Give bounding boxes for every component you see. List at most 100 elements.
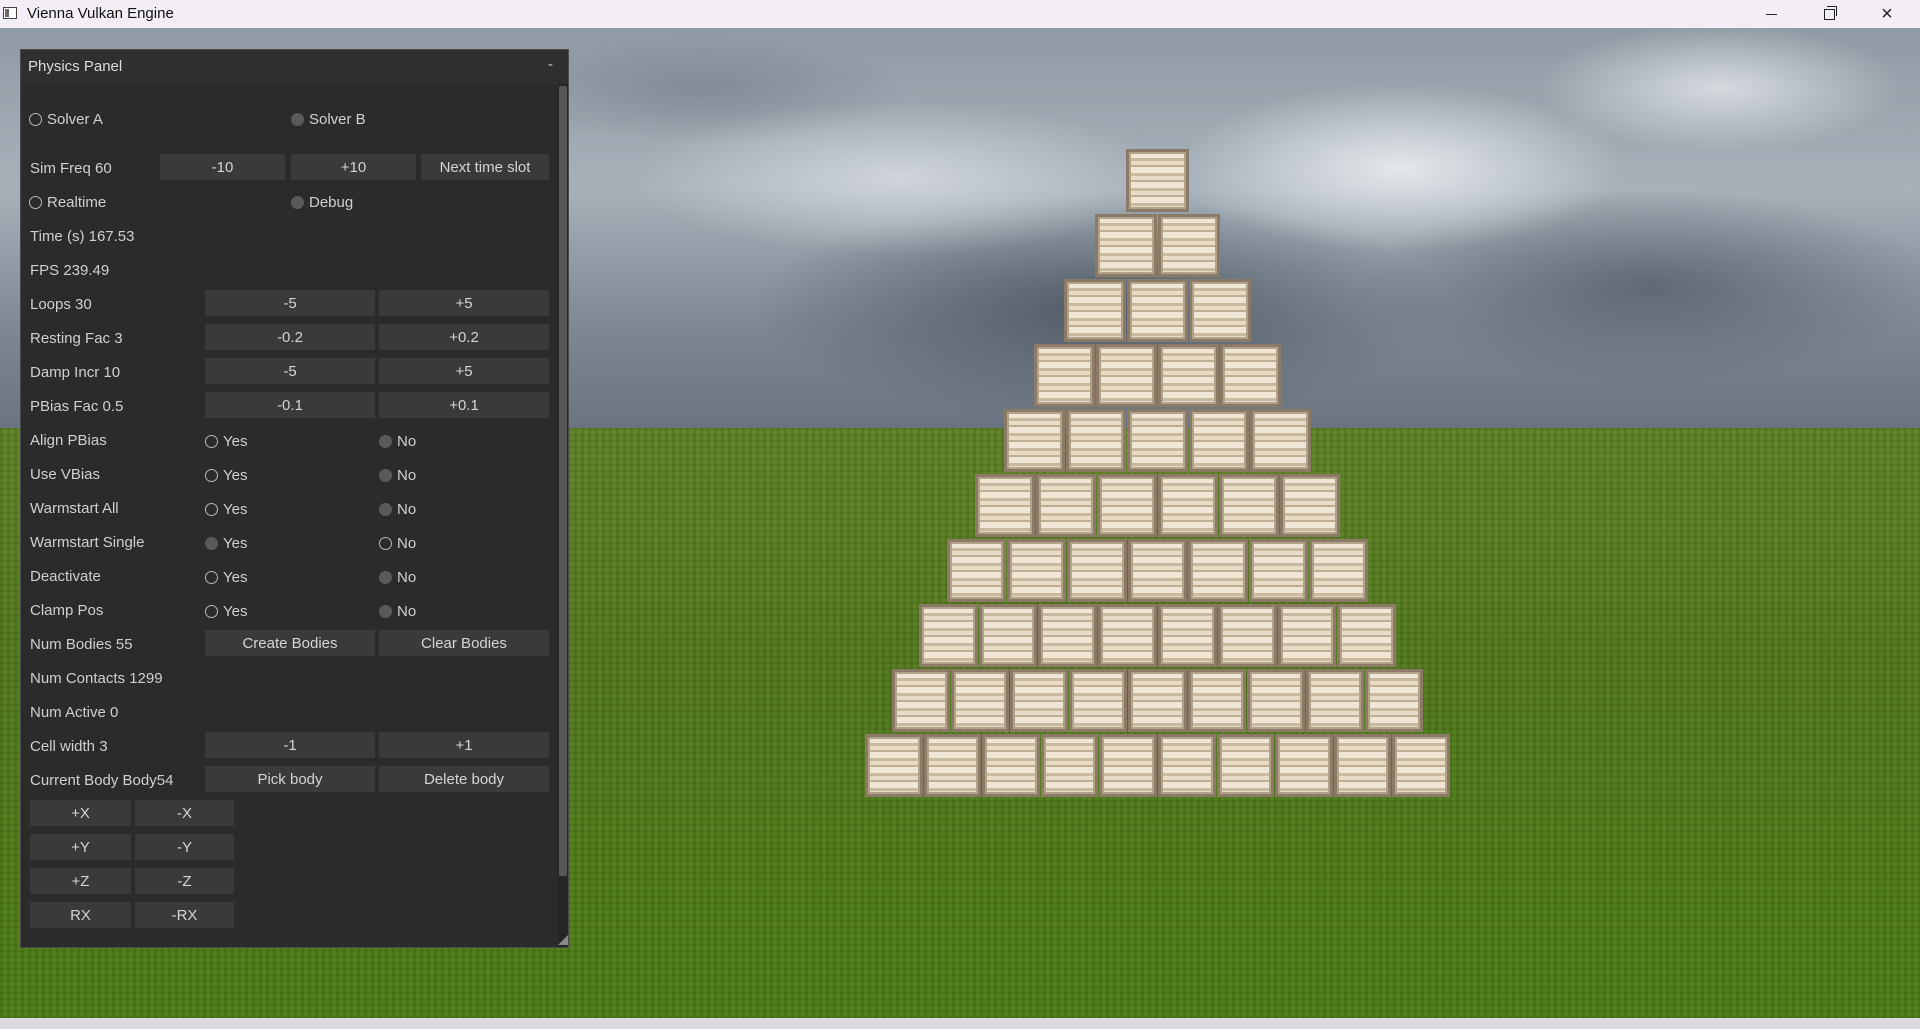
param-plus-button[interactable]: +0.2 — [379, 324, 549, 350]
cell-width-minus-button[interactable]: -1 — [205, 732, 375, 758]
toggle-yes-radio[interactable]: Yes — [205, 535, 247, 552]
radio-selected-icon — [379, 503, 392, 516]
toggle-yes-label: Yes — [223, 433, 248, 450]
crate — [1392, 734, 1450, 797]
toggle-yes-radio[interactable]: Yes — [205, 501, 247, 518]
realtime-radio[interactable]: Realtime — [29, 194, 106, 211]
num-active-label: Num Active 0 — [30, 704, 119, 721]
toggle-yes-label: Yes — [223, 603, 248, 620]
scroll-thumb[interactable] — [559, 86, 567, 876]
toggle-no-radio[interactable]: No — [379, 433, 416, 450]
toggle-yes-radio[interactable]: Yes — [205, 467, 247, 484]
move-plus-z-button[interactable]: +Z — [30, 868, 131, 894]
crate — [1004, 409, 1065, 472]
crate — [1188, 409, 1250, 472]
sim-freq-label: Sim Freq 60 — [30, 160, 112, 177]
radio-icon — [205, 503, 218, 516]
restore-button[interactable] — [1800, 0, 1858, 28]
toggle-no-label: No — [397, 535, 417, 552]
param-plus-button[interactable]: +0.1 — [379, 392, 549, 418]
rotate-plus-x-button[interactable]: RX — [30, 902, 131, 928]
crate — [1128, 669, 1187, 732]
crate — [1189, 279, 1252, 342]
param-minus-button[interactable]: -0.1 — [205, 392, 375, 418]
crate — [1099, 734, 1157, 797]
crate — [1216, 734, 1275, 797]
crate — [1246, 669, 1305, 732]
radio-selected-icon — [379, 605, 392, 618]
crate — [1275, 734, 1333, 797]
crate — [1217, 604, 1277, 667]
toggle-yes-radio[interactable]: Yes — [205, 569, 247, 586]
crate — [1127, 539, 1188, 602]
toggle-no-radio[interactable]: No — [379, 603, 416, 620]
radio-selected-icon — [205, 537, 218, 550]
debug-radio[interactable]: Debug — [291, 194, 353, 211]
toggle-yes-radio[interactable]: Yes — [205, 433, 247, 450]
clear-bodies-button[interactable]: Clear Bodies — [379, 630, 549, 656]
crate — [1250, 409, 1311, 472]
param-minus-button[interactable]: -5 — [205, 358, 375, 384]
panel-scrollbar[interactable] — [558, 84, 568, 947]
radio-selected-icon — [379, 469, 392, 482]
radio-icon — [205, 571, 218, 584]
crate — [950, 669, 1009, 732]
crate — [1333, 734, 1392, 797]
toggle-yes-radio[interactable]: Yes — [205, 603, 247, 620]
move-minus-z-button[interactable]: -Z — [135, 868, 234, 894]
cell-width-plus-button[interactable]: +1 — [379, 732, 549, 758]
rotate-minus-x-button[interactable]: -RX — [135, 902, 234, 928]
radio-icon — [205, 605, 218, 618]
crate — [1065, 409, 1127, 472]
move-plus-y-button[interactable]: +Y — [30, 834, 131, 860]
move-minus-y-button[interactable]: -Y — [135, 834, 234, 860]
window-title: Vienna Vulkan Engine — [27, 5, 174, 22]
solver-b-radio[interactable]: Solver B — [291, 111, 366, 128]
crate — [1158, 344, 1220, 407]
solver-a-radio[interactable]: Solver A — [29, 111, 103, 128]
pick-body-button[interactable]: Pick body — [205, 766, 375, 792]
crate — [1188, 539, 1248, 602]
current-body-label: Current Body Body54 — [30, 772, 174, 789]
panel-header[interactable]: Physics Panel - — [21, 50, 568, 84]
resize-grip-icon[interactable] — [558, 935, 568, 945]
toggle-no-label: No — [397, 433, 417, 450]
crate — [1126, 279, 1189, 342]
radio-icon — [205, 469, 218, 482]
next-time-slot-button[interactable]: Next time slot — [421, 154, 549, 180]
close-button[interactable]: × — [1858, 0, 1916, 28]
toggle-no-radio[interactable]: No — [379, 467, 416, 484]
param-plus-button[interactable]: +5 — [379, 358, 549, 384]
crate — [1095, 344, 1157, 407]
num-contacts-label: Num Contacts 1299 — [30, 670, 163, 687]
radio-icon — [379, 537, 392, 550]
param-row-label: Damp Incr 10 — [30, 364, 121, 381]
sim-freq-minus-button[interactable]: -10 — [160, 154, 285, 180]
toggle-no-radio[interactable]: No — [379, 501, 416, 518]
toggle-no-radio[interactable]: No — [379, 535, 416, 552]
crate — [1067, 539, 1127, 602]
crate — [1010, 669, 1069, 732]
toggle-no-radio[interactable]: No — [379, 569, 416, 586]
crate — [1158, 474, 1218, 537]
radio-icon — [205, 435, 218, 448]
restore-icon — [1823, 5, 1837, 20]
sim-freq-plus-button[interactable]: +10 — [291, 154, 416, 180]
move-plus-x-button[interactable]: +X — [30, 800, 131, 826]
crate — [1040, 734, 1099, 797]
fps-readout: FPS 239.49 — [30, 262, 110, 279]
param-minus-button[interactable]: -0.2 — [205, 324, 375, 350]
create-bodies-button[interactable]: Create Bodies — [205, 630, 375, 656]
param-plus-button[interactable]: +5 — [379, 290, 549, 316]
cell-width-label: Cell width 3 — [30, 738, 108, 755]
param-minus-button[interactable]: -5 — [205, 290, 375, 316]
minimize-button[interactable] — [1742, 0, 1800, 28]
move-minus-x-button[interactable]: -X — [135, 800, 234, 826]
app-icon — [3, 7, 17, 19]
crate — [918, 604, 978, 667]
physics-panel[interactable]: Physics Panel - Solver A Solver B Sim Fr… — [20, 49, 569, 948]
radio-selected-icon — [379, 571, 392, 584]
param-row-label: Resting Fac 3 — [30, 330, 123, 347]
collapse-button[interactable]: - — [548, 56, 553, 73]
delete-body-button[interactable]: Delete body — [379, 766, 549, 792]
